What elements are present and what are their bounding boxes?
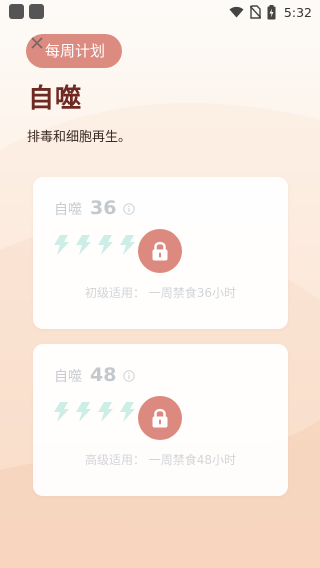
app-square-icon	[9, 4, 24, 19]
intensity-bolts	[53, 235, 135, 255]
plan-description-text: 一周禁食48小时	[148, 453, 237, 467]
plan-description: 高级适用： 一周禁食48小时	[33, 451, 288, 468]
close-icon	[31, 37, 43, 49]
info-icon[interactable]	[123, 370, 136, 382]
plan-description: 初级适用： 一周禁食36小时	[33, 284, 288, 301]
plan-level-label: 高级适用：	[84, 453, 145, 467]
lightning-bolt-icon	[98, 235, 113, 255]
app-square-icon	[29, 4, 44, 19]
battery-charging-icon	[267, 4, 276, 19]
plan-hours: 36	[90, 197, 117, 219]
plan-level-label: 初级适用：	[84, 286, 145, 300]
lightning-bolt-icon	[54, 402, 69, 422]
close-button[interactable]	[28, 34, 46, 52]
plan-name: 自噬	[54, 369, 82, 385]
lock-badge	[138, 396, 182, 440]
status-icons: 5:32	[229, 3, 312, 21]
no-sim-icon	[249, 5, 261, 19]
plan-card-header: 自噬 48	[54, 364, 136, 386]
page-title: 自噬	[28, 84, 83, 114]
lightning-bolt-icon	[120, 402, 135, 422]
plan-hours: 48	[90, 364, 117, 386]
lock-icon	[152, 241, 168, 261]
plan-description-text: 一周禁食36小时	[148, 286, 237, 300]
page-subtitle: 排毒和细胞再生。	[27, 130, 132, 145]
plan-card-header: 自噬 36	[54, 197, 136, 219]
plan-name: 自噬	[54, 202, 82, 218]
info-icon[interactable]	[123, 203, 136, 215]
lightning-bolt-icon	[76, 402, 91, 422]
lightning-bolt-icon	[98, 402, 113, 422]
lightning-bolt-icon	[54, 235, 69, 255]
lightning-bolt-icon	[120, 235, 135, 255]
lock-icon	[152, 408, 168, 428]
lightning-bolt-icon	[76, 235, 91, 255]
status-bar: 5:32	[0, 0, 320, 24]
lock-badge	[138, 229, 182, 273]
wifi-icon	[229, 6, 244, 18]
intensity-bolts	[53, 402, 135, 422]
plan-card[interactable]: 自噬 48 高级适用： 一周禁食48小时	[33, 344, 288, 496]
status-time: 5:32	[283, 4, 312, 20]
plan-card[interactable]: 自噬 36 初级适用： 一周禁食36小时	[33, 177, 288, 329]
